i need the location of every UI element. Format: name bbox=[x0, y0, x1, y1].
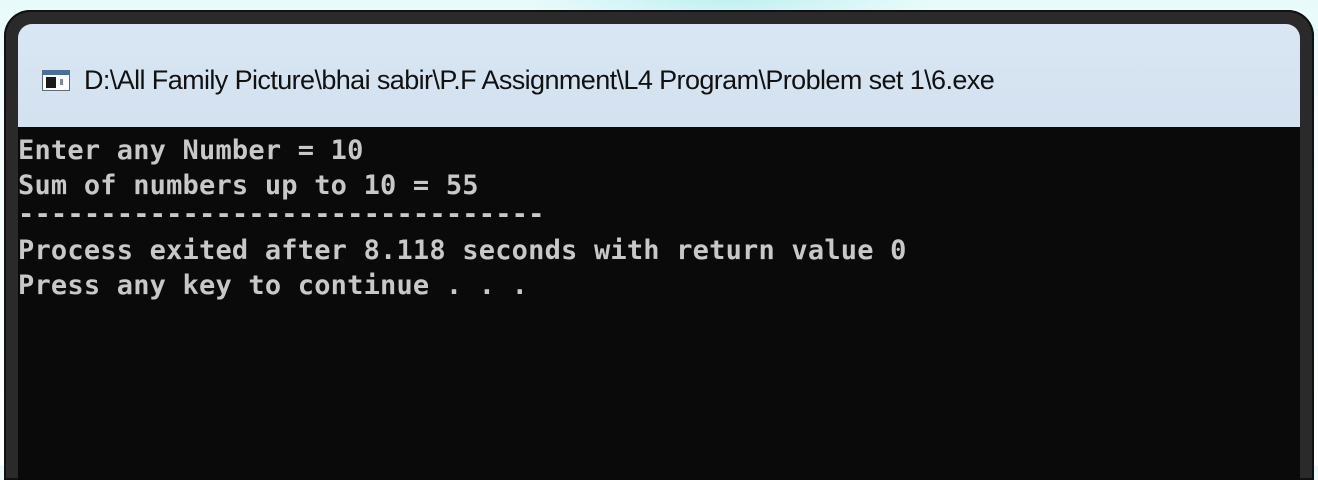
icon-title-bar bbox=[43, 71, 69, 75]
console-app-icon[interactable] bbox=[42, 70, 70, 91]
console-line-exit-status: Process exited after 8.118 seconds with … bbox=[18, 235, 907, 266]
title-bar[interactable]: D:\All Family Picture\bhai sabir\P.F Ass… bbox=[18, 24, 1300, 127]
window-body: D:\All Family Picture\bhai sabir\P.F Ass… bbox=[18, 24, 1300, 480]
console-window: D:\All Family Picture\bhai sabir\P.F Ass… bbox=[4, 10, 1314, 480]
console-line-result: Sum of numbers up to 10 = 55 bbox=[18, 170, 479, 201]
console-line-continue-prompt: Press any key to continue . . . bbox=[18, 270, 529, 301]
icon-screen bbox=[46, 77, 56, 88]
icon-cursor bbox=[60, 79, 63, 85]
console-line-separator: -------------------------------- bbox=[18, 199, 545, 230]
console-line-prompt: Enter any Number = 10 bbox=[18, 135, 364, 166]
window-title: D:\All Family Picture\bhai sabir\P.F Ass… bbox=[84, 65, 995, 95]
console-output-area[interactable]: Enter any Number = 10 Sum of numbers up … bbox=[18, 127, 1300, 480]
